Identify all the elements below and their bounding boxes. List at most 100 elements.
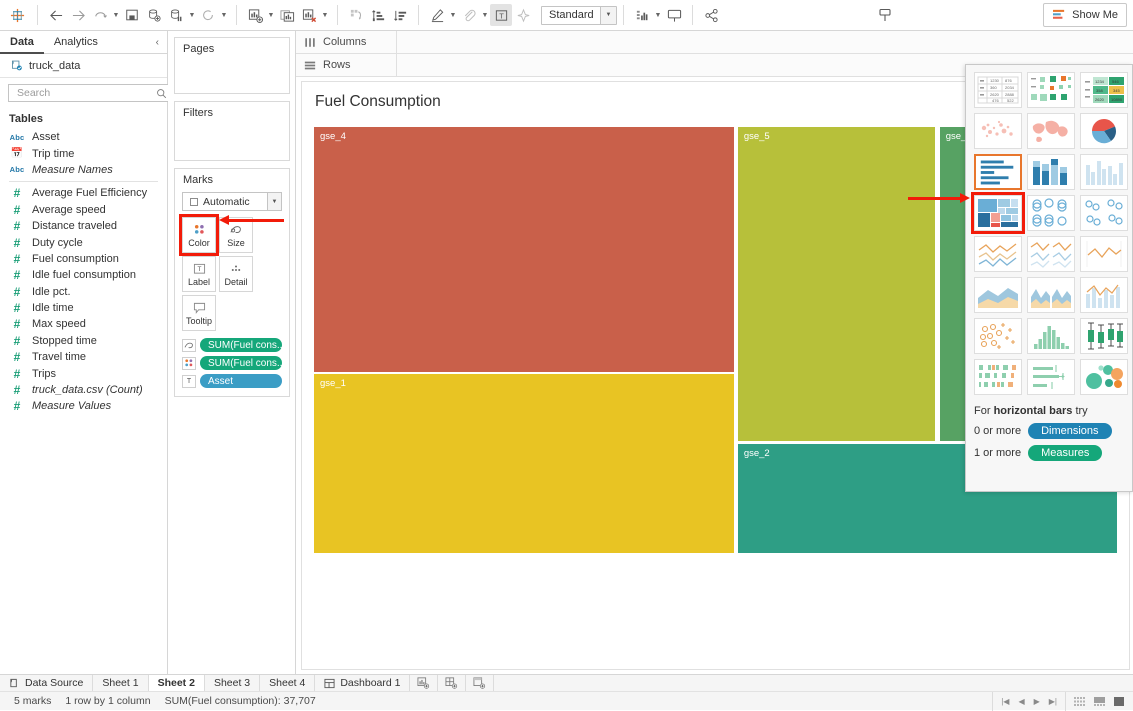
sort-ascending-icon[interactable] <box>367 4 389 26</box>
mark-type-chevron-down-icon[interactable]: ▼ <box>267 193 281 210</box>
swap-rows-columns-icon[interactable] <box>345 4 367 26</box>
refresh-icon[interactable] <box>197 4 219 26</box>
field-item[interactable]: # Distance traveled <box>0 218 167 234</box>
mark-type-select[interactable]: Automatic ▼ <box>182 192 282 211</box>
bullet-graph-icon[interactable] <box>1027 359 1075 395</box>
highlighter-chevron-down-icon[interactable]: ▼ <box>448 4 458 26</box>
columns-drop-zone[interactable] <box>397 31 1133 53</box>
dual-combination-icon[interactable] <box>1080 277 1128 313</box>
scatter-plot-icon[interactable] <box>974 318 1022 354</box>
heat-map-icon[interactable] <box>1027 72 1075 108</box>
histogram-icon[interactable] <box>1027 318 1075 354</box>
pause-chevron-down-icon[interactable]: ▼ <box>187 4 197 26</box>
new-data-source-icon[interactable] <box>143 4 165 26</box>
tab-data-source[interactable]: Data Source <box>0 675 94 691</box>
new-sheet-chevron-down-icon[interactable]: ▼ <box>266 4 276 26</box>
view-mode-controls[interactable] <box>1065 691 1133 711</box>
attach-chevron-down-icon[interactable]: ▼ <box>480 4 490 26</box>
show-grid-icon[interactable] <box>1074 696 1085 706</box>
search-input[interactable] <box>8 84 174 102</box>
field-item[interactable]: # Fuel consumption <box>0 251 167 267</box>
marks-pill[interactable]: SUM(Fuel cons.. <box>182 338 282 352</box>
pages-shelf[interactable]: Pages <box>174 37 290 94</box>
pie-chart-icon[interactable] <box>1080 113 1128 149</box>
show-mark-labels-icon[interactable]: T <box>490 4 512 26</box>
treemap-tile[interactable]: gse_4 <box>313 126 735 374</box>
field-item[interactable]: # Stopped time <box>0 333 167 349</box>
fit-chevron-down-icon[interactable]: ▼ <box>653 4 663 26</box>
field-item[interactable]: # truck_data.csv (Count) <box>0 382 167 398</box>
last-page-icon[interactable]: ▶| <box>1049 697 1057 706</box>
discrete-lines-icon[interactable] <box>1027 236 1075 272</box>
save-icon[interactable] <box>121 4 143 26</box>
undo-icon[interactable] <box>89 4 111 26</box>
collapse-pane-icon[interactable]: ‹ <box>156 37 159 48</box>
tab-sheet-4[interactable]: Sheet 4 <box>260 675 316 691</box>
field-item[interactable]: # Average Fuel Efficiency <box>0 185 167 201</box>
marks-pill[interactable]: T Asset <box>182 374 282 388</box>
next-page-icon[interactable]: ▶ <box>1034 697 1040 706</box>
side-by-side-bars-icon[interactable] <box>1080 154 1128 190</box>
back-icon[interactable] <box>45 4 67 26</box>
marks-detail-button[interactable]: Detail <box>219 256 253 292</box>
field-item[interactable]: # Average speed <box>0 202 167 218</box>
filters-shelf[interactable]: Filters <box>174 101 290 161</box>
symbol-map-icon[interactable] <box>974 113 1022 149</box>
treemap-icon[interactable] <box>971 192 1025 234</box>
field-item[interactable]: # Travel time <box>0 349 167 365</box>
search-icon[interactable] <box>154 85 169 101</box>
field-item[interactable]: Abc Asset <box>0 129 167 145</box>
first-page-icon[interactable]: |◀ <box>1001 697 1009 706</box>
gantt-chart-icon[interactable] <box>974 359 1022 395</box>
side-by-side-circles-icon[interactable] <box>1080 195 1128 231</box>
share-icon[interactable] <box>700 4 722 26</box>
sort-descending-icon[interactable] <box>389 4 411 26</box>
marks-label-button[interactable]: T Label <box>182 256 216 292</box>
highlight-table-icon[interactable]: 1234 546 358 345 2620 10890 <box>1080 72 1128 108</box>
area-charts-continuous-icon[interactable] <box>974 277 1022 313</box>
stacked-bars-icon[interactable] <box>1027 154 1075 190</box>
marks-pill[interactable]: SUM(Fuel cons.. <box>182 356 282 370</box>
forward-icon[interactable] <box>67 4 89 26</box>
new-dashboard-button[interactable] <box>438 675 467 691</box>
show-single-icon[interactable] <box>1114 696 1125 706</box>
field-item[interactable]: 📅 Trip time <box>0 145 167 161</box>
undo-chevron-down-icon[interactable]: ▼ <box>111 4 121 26</box>
clear-sheet-icon[interactable] <box>298 4 320 26</box>
tab-data[interactable]: Data <box>0 31 44 54</box>
clear-chevron-down-icon[interactable]: ▼ <box>320 4 330 26</box>
marks-color-button[interactable]: Color <box>179 214 219 256</box>
show-filmstrip-icon[interactable] <box>1094 696 1105 706</box>
data-source-item[interactable]: truck_data <box>0 54 167 78</box>
filled-map-icon[interactable] <box>1027 113 1075 149</box>
field-item[interactable]: # Idle pct. <box>0 284 167 300</box>
field-item[interactable]: # Measure Values <box>0 398 167 414</box>
fit-dropdown-icon[interactable] <box>631 4 653 26</box>
tab-sheet-1[interactable]: Sheet 1 <box>93 675 149 691</box>
previous-page-icon[interactable]: ◀ <box>1018 697 1024 706</box>
field-item[interactable]: # Idle fuel consumption <box>0 267 167 283</box>
treemap-tile[interactable]: gse_1 <box>313 373 735 554</box>
fix-axes-icon[interactable] <box>512 4 534 26</box>
continuous-lines-icon[interactable] <box>974 236 1022 272</box>
field-item[interactable]: Abc Measure Names <box>0 162 167 178</box>
new-story-button[interactable] <box>466 675 495 691</box>
tab-sheet-2[interactable]: Sheet 2 <box>148 675 205 691</box>
new-worksheet-icon[interactable] <box>244 4 266 26</box>
duplicate-sheet-icon[interactable] <box>276 4 298 26</box>
area-charts-discrete-icon[interactable] <box>1027 277 1075 313</box>
presentation-mode-icon[interactable] <box>663 4 685 26</box>
mark-style-select[interactable]: Standard ▼ <box>541 5 617 25</box>
show-me-button[interactable]: Show Me <box>1043 3 1127 27</box>
field-item[interactable]: # Max speed <box>0 316 167 332</box>
refresh-chevron-down-icon[interactable]: ▼ <box>219 4 229 26</box>
search-field[interactable] <box>15 86 154 100</box>
field-item[interactable]: # Duty cycle <box>0 234 167 250</box>
horizontal-bars-icon[interactable] <box>974 154 1022 190</box>
tab-sheet-3[interactable]: Sheet 3 <box>205 675 261 691</box>
box-and-whisker-icon[interactable] <box>1080 318 1128 354</box>
highlighter-icon[interactable] <box>426 4 448 26</box>
marks-tooltip-button[interactable]: Tooltip <box>182 295 216 331</box>
new-worksheet-button[interactable] <box>410 675 439 691</box>
mark-style-chevron-down-icon[interactable]: ▼ <box>600 6 616 24</box>
